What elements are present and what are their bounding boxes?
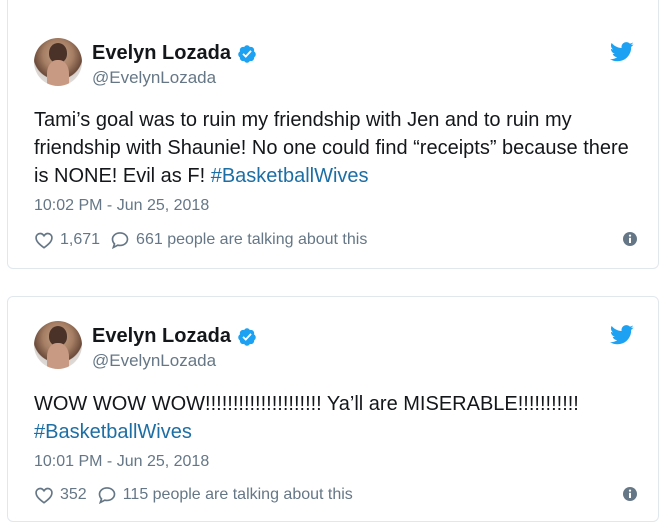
reply-button[interactable]: 115 people are talking about this xyxy=(97,485,353,505)
verified-badge-icon xyxy=(238,44,256,63)
avatar[interactable] xyxy=(34,321,82,369)
verified-badge-icon xyxy=(238,327,256,346)
tweet-text: WOW WOW WOW!!!!!!!!!!!!!!!!!!!!! Ya’ll a… xyxy=(34,390,644,446)
handle[interactable]: @EvelynLozada xyxy=(92,68,216,88)
reply-button[interactable]: 661 people are talking about this xyxy=(110,230,367,250)
tweet-body: WOW WOW WOW!!!!!!!!!!!!!!!!!!!!! Ya’ll a… xyxy=(34,393,579,415)
name-line: Evelyn Lozada xyxy=(92,325,257,348)
display-name[interactable]: Evelyn Lozada xyxy=(92,42,231,65)
tweet-header: Evelyn Lozada @EvelynLozada xyxy=(34,38,634,90)
heart-icon xyxy=(35,232,53,249)
info-icon[interactable] xyxy=(622,486,638,502)
hashtag-link[interactable]: #BasketballWives xyxy=(211,165,369,187)
tweet-card[interactable]: Evelyn Lozada @EvelynLozada WOW WOW WOW!… xyxy=(7,296,659,522)
tweet-card[interactable]: Evelyn Lozada @EvelynLozada Tami’s goal … xyxy=(7,0,659,269)
timestamp[interactable]: 10:01 PM - Jun 25, 2018 xyxy=(34,453,209,471)
tweet-actions: 1,671 661 people are talking about this xyxy=(34,228,638,252)
name-line: Evelyn Lozada xyxy=(92,42,257,65)
tweet-text: Tami’s goal was to ruin my friendship wi… xyxy=(34,106,644,190)
twitter-bird-icon[interactable] xyxy=(610,325,634,345)
display-name[interactable]: Evelyn Lozada xyxy=(92,325,231,348)
hashtag-link[interactable]: #BasketballWives xyxy=(34,421,192,443)
tweet-header: Evelyn Lozada @EvelynLozada xyxy=(34,321,634,373)
speech-bubble-icon xyxy=(111,232,129,250)
twitter-bird-icon[interactable] xyxy=(610,42,634,62)
info-icon[interactable] xyxy=(622,231,638,247)
talking-count: 115 people are talking about this xyxy=(122,486,353,503)
like-count: 352 xyxy=(60,486,87,503)
avatar[interactable] xyxy=(34,38,82,86)
handle[interactable]: @EvelynLozada xyxy=(92,351,216,371)
tweet-actions: 352 115 people are talking about this xyxy=(34,483,638,507)
speech-bubble-icon xyxy=(98,487,116,505)
timestamp[interactable]: 10:02 PM - Jun 25, 2018 xyxy=(34,197,209,215)
heart-icon xyxy=(35,487,53,504)
like-button[interactable]: 352 xyxy=(34,485,87,505)
like-count: 1,671 xyxy=(60,231,101,248)
like-button[interactable]: 1,671 xyxy=(34,230,100,250)
talking-count: 661 people are talking about this xyxy=(136,231,368,248)
